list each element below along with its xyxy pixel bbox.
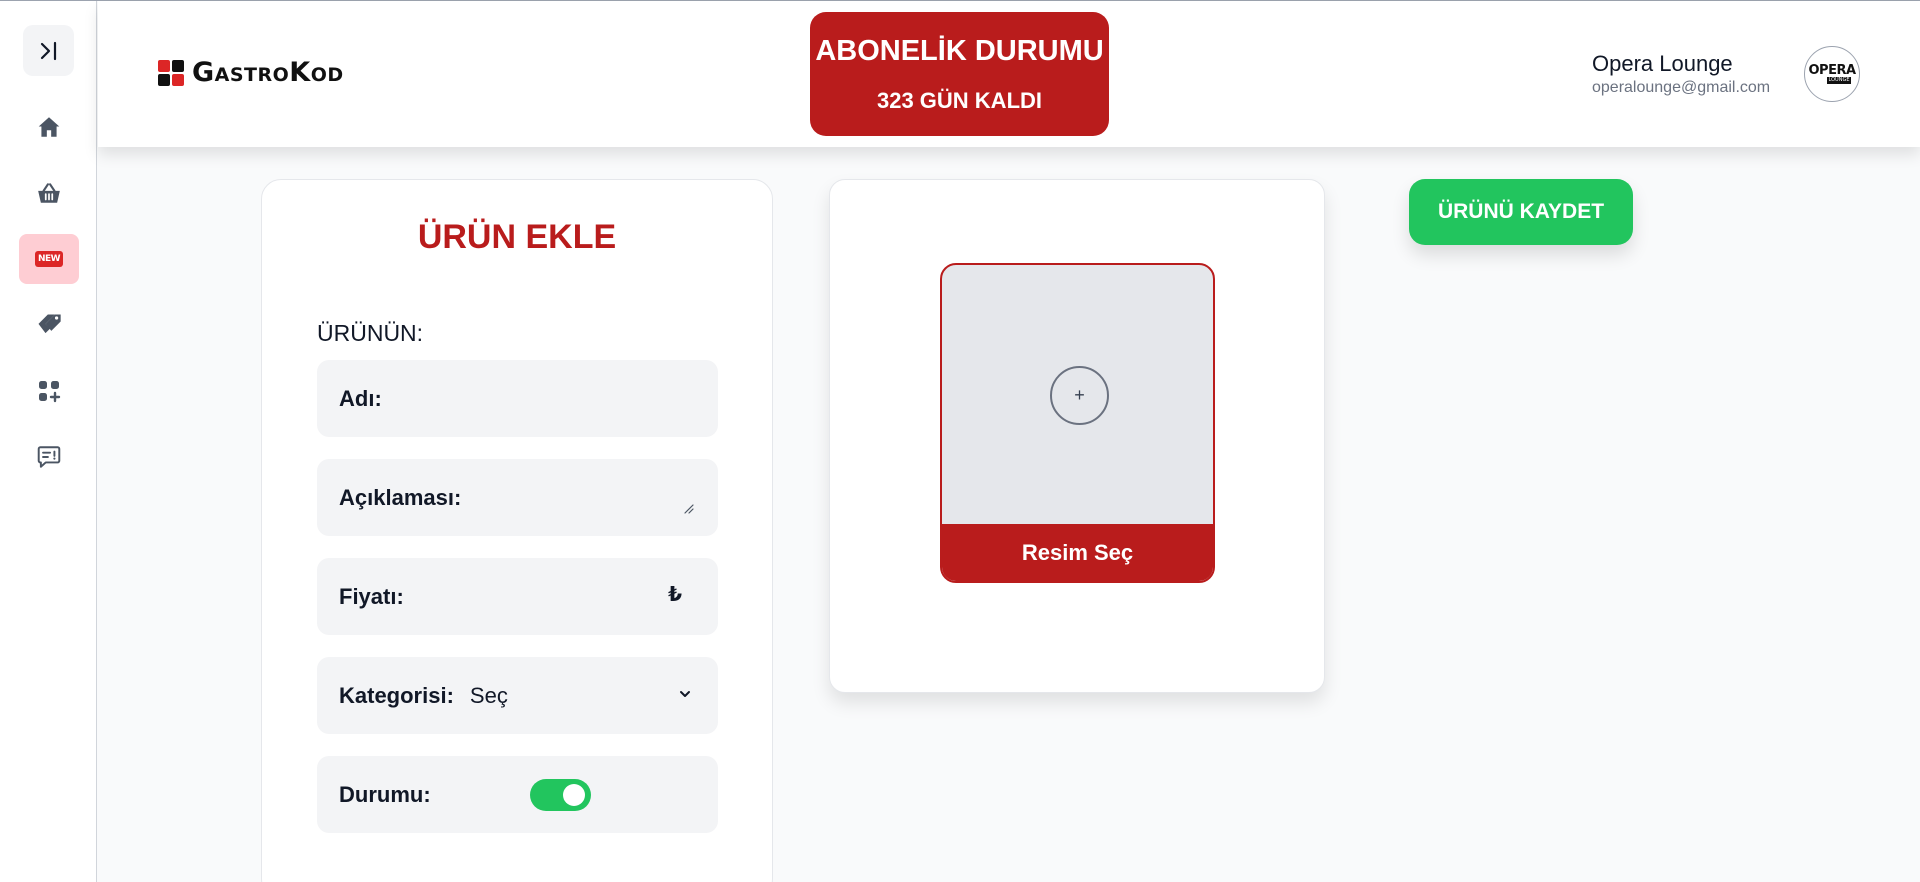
currency-symbol: ₺ — [668, 582, 682, 606]
avatar[interactable]: OPERA LOUNGE — [1804, 46, 1860, 102]
image-picker[interactable]: + Resim Seç — [940, 263, 1215, 583]
avatar-logo-subtext: LOUNGE — [1826, 77, 1852, 84]
product-price-label: Fiyatı: — [339, 583, 404, 609]
toggle-knob — [563, 784, 585, 806]
logo-text: GastroKod — [192, 57, 344, 88]
sidebar: NEW — [0, 1, 97, 882]
product-description-label: Açıklaması: — [339, 484, 462, 510]
product-name-field[interactable]: Adı: — [317, 360, 718, 437]
brand-logo[interactable]: GastroKod — [158, 57, 344, 88]
sidebar-item-categories[interactable] — [19, 366, 79, 416]
add-category-icon — [39, 381, 61, 403]
sidebar-item-tags[interactable] — [19, 300, 79, 350]
logo-mark-icon — [158, 59, 184, 86]
select-image-button[interactable]: Resim Seç — [942, 524, 1213, 581]
user-name: Opera Lounge — [1592, 51, 1733, 76]
basket-icon — [38, 183, 60, 203]
sidebar-item-orders[interactable] — [19, 168, 79, 218]
product-category-select[interactable]: Kategorisi: Seç — [317, 657, 718, 734]
add-product-form: ÜRÜN EKLE ÜRÜNÜN: Adı: Açıklaması: Fiyat… — [261, 179, 773, 882]
resize-grip-icon[interactable] — [684, 504, 694, 514]
category-selected-value: Seç — [469, 682, 508, 708]
top-header: GastroKod ABONELİK DURUMU 323 GÜN KALDI … — [98, 1, 1920, 147]
status-toggle[interactable] — [530, 779, 591, 811]
collapse-toggle-icon — [40, 41, 56, 60]
form-subtitle: ÜRÜNÜN: — [317, 320, 424, 346]
product-name-label: Adı: — [339, 385, 382, 411]
subscription-title: ABONELİK DURUMU — [815, 35, 1104, 67]
new-badge-icon: NEW — [34, 251, 64, 267]
product-status-field: Durumu: — [317, 756, 718, 833]
product-description-field[interactable]: Açıklaması: — [317, 459, 718, 536]
product-category-label: Kategorisi: — [339, 682, 454, 708]
sidebar-toggle-button[interactable] — [23, 25, 74, 76]
feedback-icon — [37, 446, 61, 468]
add-image-icon[interactable]: + — [1050, 366, 1109, 425]
avatar-logo-text: OPERA — [1808, 63, 1856, 78]
form-title: ÜRÜN EKLE — [417, 218, 617, 256]
image-upload-card: + Resim Seç — [829, 179, 1325, 693]
chevron-down-icon — [680, 691, 690, 697]
save-product-button[interactable]: ÜRÜNÜ KAYDET — [1409, 179, 1633, 245]
product-price-field[interactable]: Fiyatı: ₺ — [317, 558, 718, 635]
user-email: operalounge@gmail.com — [1592, 79, 1771, 96]
tags-icon — [38, 314, 61, 334]
subscription-status-badge: ABONELİK DURUMU 323 GÜN KALDI — [810, 12, 1109, 136]
subscription-days-left: 323 GÜN KALDI — [876, 88, 1043, 113]
product-name-input[interactable] — [391, 385, 672, 412]
product-status-label: Durumu: — [339, 781, 431, 807]
product-price-input[interactable] — [413, 583, 634, 610]
sidebar-item-new-product[interactable]: NEW — [19, 234, 79, 284]
sidebar-item-home[interactable] — [19, 102, 79, 152]
home-icon — [38, 117, 60, 137]
sidebar-item-feedback[interactable] — [19, 432, 79, 482]
